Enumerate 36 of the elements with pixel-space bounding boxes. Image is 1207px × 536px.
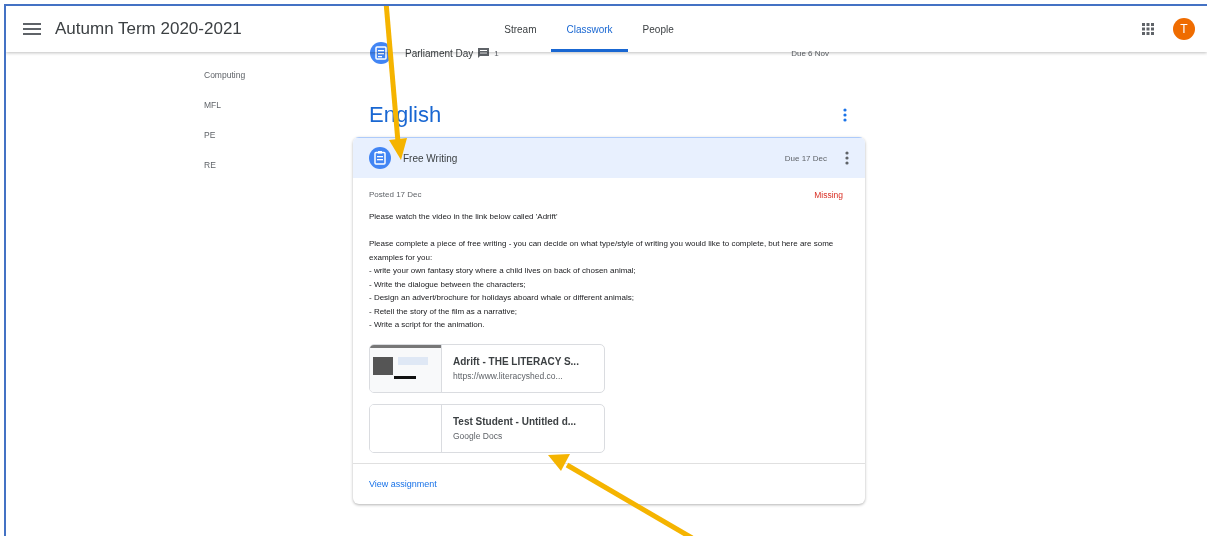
webpage-thumbnail <box>370 344 442 392</box>
topic-link[interactable]: RE <box>204 160 216 170</box>
description-text: - Write the dialogue between the characters; <box>369 278 527 291</box>
topic-link[interactable]: PE <box>204 130 216 140</box>
assignment-title: Free Writing <box>403 152 458 164</box>
description-text: Please complete a piece of free writing - you can decide on what type/style of writing you would like to complete, but here are some examples for you: <box>369 238 835 264</box>
attachment-card[interactable]: Adrift - THE LITERACY S... https://www.literacyshed.co... <box>369 343 605 393</box>
status-label: Missing <box>814 190 843 200</box>
due-date: Due 17 Dec <box>784 153 827 163</box>
document-thumbnail <box>370 404 442 452</box>
posted-date: Posted 17 Dec <box>369 190 422 200</box>
assignment-title[interactable]: Parliament Day <box>405 47 474 59</box>
assignment-header[interactable]: Free Writing Due 17 Dec <box>353 137 865 178</box>
attachment-source: https://www.literacyshed.co... <box>453 370 564 381</box>
view-assignment-link[interactable]: View assignment <box>369 478 437 489</box>
due-date: Due 6 Nov <box>791 48 829 58</box>
more-options-icon[interactable] <box>845 151 849 165</box>
description-text: - Retell the story of the film as a narrative; <box>369 305 519 318</box>
comment-icon <box>478 48 490 58</box>
topic-link[interactable]: MFL <box>204 100 221 110</box>
assignment-icon <box>369 147 391 169</box>
description-text: - Write a script for the animation. <box>369 319 486 331</box>
class-title: Autumn Term 2020-2021 <box>55 19 242 39</box>
description-text: - Design an advert/brochure for holidays aboard whale or different animals; <box>369 292 635 304</box>
attachment-title: Adrift - THE LITERACY S... <box>453 355 579 367</box>
description-text: Please watch the video in the link below called 'Adrift' <box>369 211 559 223</box>
menu-icon[interactable] <box>23 23 41 35</box>
attachment-card[interactable]: Test Student - Untitled d... Google Docs <box>369 403 605 453</box>
nav-tab[interactable]: People <box>627 6 689 52</box>
attachment-source: Google Docs <box>453 430 504 441</box>
attachment-title: Test Student - Untitled d... <box>453 415 577 427</box>
topic-link[interactable]: Computing <box>204 70 246 80</box>
apps-grid-icon[interactable] <box>1142 23 1154 35</box>
nav-tab[interactable]: Classwork <box>551 6 628 52</box>
more-options-icon[interactable] <box>843 108 847 122</box>
description-text: - write your own fantasy story where a child lives on back of chosen animal; <box>369 265 637 277</box>
